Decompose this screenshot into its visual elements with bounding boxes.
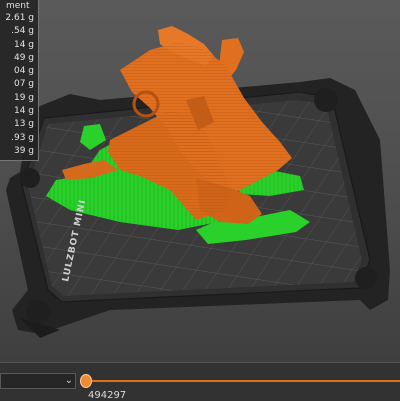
bottom-toolbar: ⌄ 494297 [0,362,400,401]
legend-item: 2.61 g [5,13,34,23]
3d-viewport[interactable]: LULZBOT MINI ment 2.61 g .54 g 14 g 49 g… [0,0,400,362]
filament-legend: ment 2.61 g .54 g 14 g 49 g 04 g 07 g 19… [0,0,39,161]
chevron-down-icon[interactable]: ⌄ [65,374,73,388]
legend-item: 13 g [13,119,34,130]
view-type-combo[interactable]: ⌄ [0,373,76,389]
legend-item: 39 g [13,145,34,156]
legend-item: 07 g [13,79,34,90]
legend-header: ment [6,1,30,11]
legend-item: 14 g [13,39,34,50]
legend-item: .54 g [11,26,34,37]
layer-slider-value: 494297 [88,390,127,401]
layer-slider-handle[interactable] [80,374,92,388]
legend-item: 19 g [13,92,34,103]
print-preview-scene[interactable]: LULZBOT MINI [0,0,400,362]
layer-slider-track[interactable] [86,380,400,382]
legend-item: .93 g [11,132,34,143]
legend-item: 14 g [13,106,34,117]
legend-item: 49 g [13,52,34,63]
legend-item: 04 g [13,66,34,77]
